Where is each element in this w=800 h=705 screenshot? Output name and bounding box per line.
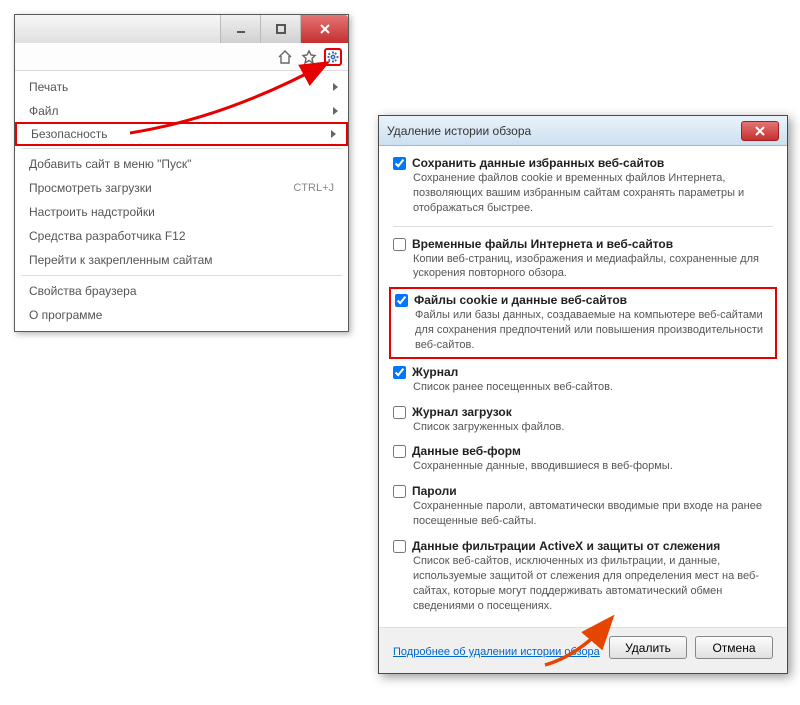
- option-desc: Сохранение файлов cookie и временных фай…: [413, 171, 773, 216]
- delete-button[interactable]: Удалить: [609, 636, 687, 659]
- checkbox-temp-files[interactable]: [393, 238, 406, 251]
- toolbar: [15, 43, 348, 71]
- option-cookies: Файлы cookie и данные веб-сайтов Файлы и…: [389, 287, 777, 359]
- option-desc: Список веб-сайтов, исключенных из фильтр…: [413, 554, 773, 613]
- menu-item-f12[interactable]: Средства разработчика F12: [15, 224, 348, 248]
- option-passwords: Пароли Сохраненные пароли, автоматически…: [393, 484, 773, 529]
- option-desc: Сохраненные данные, вводившиеся в веб-фо…: [413, 459, 773, 474]
- menu-item-label: Средства разработчика F12: [29, 229, 334, 243]
- menu-item-label: Настроить надстройки: [29, 205, 334, 219]
- option-desc: Копии веб-страниц, изображения и медиафа…: [413, 252, 773, 282]
- option-activex-tracking: Данные фильтрации ActiveX и защиты от сл…: [393, 539, 773, 613]
- option-title: Данные фильтрации ActiveX и защиты от сл…: [412, 539, 720, 553]
- option-title: Данные веб-форм: [412, 444, 521, 458]
- menu-item-label: Перейти к закрепленным сайтам: [29, 253, 334, 267]
- dialog-close-button[interactable]: [741, 121, 779, 141]
- option-title: Файлы cookie и данные веб-сайтов: [414, 293, 627, 307]
- learn-more-link[interactable]: Подробнее об удалении истории обзора: [393, 645, 609, 659]
- home-icon[interactable]: [276, 48, 294, 66]
- menu-item-label: Просмотреть загрузки: [29, 181, 293, 195]
- menu-item-add-start[interactable]: Добавить сайт в меню "Пуск": [15, 152, 348, 176]
- checkbox-passwords[interactable]: [393, 485, 406, 498]
- chevron-right-icon: [331, 130, 336, 138]
- dialog-titlebar: Удаление истории обзора: [379, 116, 787, 146]
- maximize-button[interactable]: [260, 15, 300, 43]
- menu-item-label: Файл: [29, 104, 334, 118]
- checkbox-download-history[interactable]: [393, 406, 406, 419]
- option-title: Временные файлы Интернета и веб-сайтов: [412, 237, 673, 251]
- menu-separator: [21, 275, 342, 276]
- checkbox-cookies[interactable]: [395, 294, 408, 307]
- menu-item-addons[interactable]: Настроить надстройки: [15, 200, 348, 224]
- menu-item-file[interactable]: Файл: [15, 99, 348, 123]
- dialog-body: Сохранить данные избранных веб-сайтов Со…: [379, 146, 787, 627]
- option-form-data: Данные веб-форм Сохраненные данные, ввод…: [393, 444, 773, 474]
- menu-separator: [21, 148, 342, 149]
- option-desc: Файлы или базы данных, создаваемые на ко…: [415, 308, 771, 353]
- menu-shortcut: CTRL+J: [293, 182, 334, 194]
- gear-icon[interactable]: [324, 48, 342, 66]
- option-preserve-favorites: Сохранить данные избранных веб-сайтов Со…: [393, 156, 773, 216]
- option-title: Сохранить данные избранных веб-сайтов: [412, 156, 664, 170]
- dialog-footer: Подробнее об удалении истории обзора Уда…: [379, 627, 787, 673]
- favorites-icon[interactable]: [300, 48, 318, 66]
- chevron-right-icon: [333, 107, 338, 115]
- close-button[interactable]: [300, 15, 348, 43]
- cancel-button[interactable]: Отмена: [695, 636, 773, 659]
- menu-item-pinned[interactable]: Перейти к закрепленным сайтам: [15, 248, 348, 272]
- browser-menu-window: Печать Файл Безопасность Добавить сайт в…: [14, 14, 349, 332]
- menu-item-security[interactable]: Безопасность: [15, 122, 348, 146]
- menu-item-about[interactable]: О программе: [15, 303, 348, 327]
- menu-item-label: О программе: [29, 308, 334, 322]
- menu-body: Печать Файл Безопасность Добавить сайт в…: [15, 71, 348, 331]
- checkbox-preserve-favorites[interactable]: [393, 157, 406, 170]
- option-desc: Список загруженных файлов.: [413, 420, 773, 435]
- menu-item-options[interactable]: Свойства браузера: [15, 279, 348, 303]
- chevron-right-icon: [333, 83, 338, 91]
- checkbox-form-data[interactable]: [393, 445, 406, 458]
- delete-history-dialog: Удаление истории обзора Сохранить данные…: [378, 115, 788, 674]
- menu-item-label: Печать: [29, 80, 334, 94]
- checkbox-activex-tracking[interactable]: [393, 540, 406, 553]
- option-temp-files: Временные файлы Интернета и веб-сайтов К…: [393, 237, 773, 282]
- checkbox-history[interactable]: [393, 366, 406, 379]
- option-title: Пароли: [412, 484, 457, 498]
- option-desc: Сохраненные пароли, автоматически вводим…: [413, 499, 773, 529]
- menu-item-downloads[interactable]: Просмотреть загрузки CTRL+J: [15, 176, 348, 200]
- minimize-button[interactable]: [220, 15, 260, 43]
- option-history: Журнал Список ранее посещенных веб-сайто…: [393, 365, 773, 395]
- option-title: Журнал: [412, 365, 458, 379]
- option-desc: Список ранее посещенных веб-сайтов.: [413, 380, 773, 395]
- menu-item-print[interactable]: Печать: [15, 75, 348, 99]
- menu-item-label: Свойства браузера: [29, 284, 334, 298]
- separator: [393, 226, 773, 227]
- menu-item-label: Безопасность: [31, 127, 332, 141]
- titlebar: [15, 15, 348, 43]
- option-download-history: Журнал загрузок Список загруженных файло…: [393, 405, 773, 435]
- menu-item-label: Добавить сайт в меню "Пуск": [29, 157, 334, 171]
- dialog-title: Удаление истории обзора: [387, 124, 741, 138]
- option-title: Журнал загрузок: [412, 405, 512, 419]
